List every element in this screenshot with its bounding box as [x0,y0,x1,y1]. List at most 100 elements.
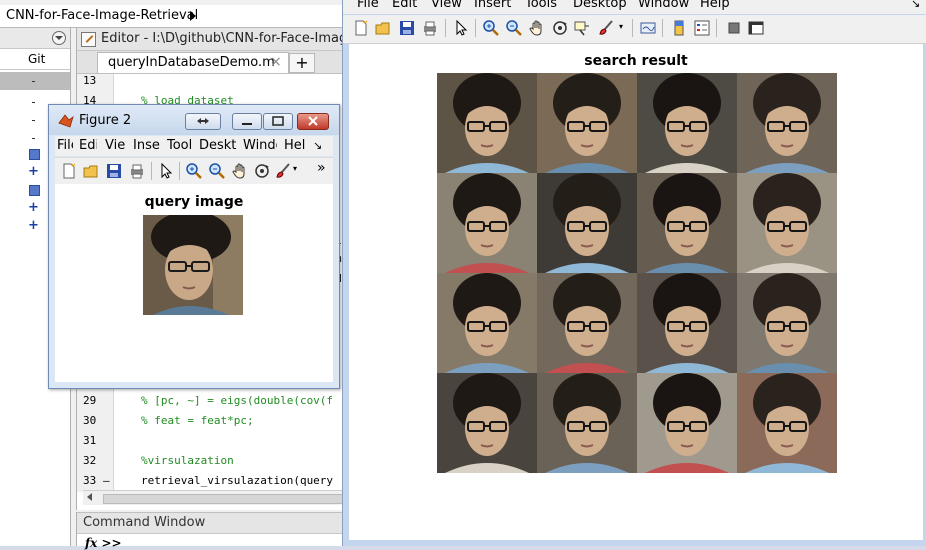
breakpoint-marker[interactable]: – [103,474,110,487]
result-face-image [737,273,837,373]
result-face-image [637,273,737,373]
menu-overflow-icon[interactable]: ↘ [313,139,322,152]
git-status-dot [32,120,35,121]
query-face-image [143,215,243,315]
scroll-left-icon[interactable] [87,493,92,501]
menu-file[interactable]: File [57,138,73,153]
breadcrumb-arrow-icon[interactable] [190,11,196,21]
git-added-icon: + [28,164,39,179]
new-figure-icon[interactable] [353,20,369,36]
dock-button[interactable] [185,113,221,130]
pan-hand-icon[interactable] [232,163,248,179]
line-number: 31 [83,434,97,447]
legend-icon[interactable] [694,20,710,36]
show-plot-tools-icon[interactable] [748,20,764,36]
hide-plot-tools-icon[interactable] [726,20,742,36]
code-line[interactable]: retrieval_virsulazation(query [141,474,333,487]
menu-edit[interactable]: Edit [79,138,97,153]
new-tab-button[interactable]: + [289,53,315,73]
editor-tabbar: queryInDatabaseDemo.m × + [77,51,343,74]
menu-window[interactable]: Window [243,138,277,153]
code-line[interactable]: %virsulazation [141,454,234,467]
git-status-dot [32,138,35,139]
save-icon[interactable] [399,20,415,36]
data-cursor-icon[interactable] [574,20,590,36]
menu-insert[interactable]: Insert [133,138,161,153]
git-status-dot [32,102,35,103]
code-line[interactable]: % feat = feat*pc; [141,414,254,427]
select-arrow-icon[interactable] [158,163,174,179]
print-icon[interactable] [422,20,438,36]
figure2-window: Figure 2 File Edit View Insert Tools Des… [48,104,340,389]
colorbar-icon[interactable] [671,20,687,36]
result-face-image [637,73,737,173]
result-face-image [737,373,837,473]
git-column-header[interactable]: Git [0,49,70,70]
zoom-out-icon[interactable] [506,20,522,36]
figure2-title: Figure 2 [79,113,132,128]
menu-file[interactable]: File [357,0,379,11]
search-result-figure-window: File Edit View Insert Tools Desktop Wind… [342,0,926,546]
save-icon[interactable] [106,163,122,179]
zoom-in-icon[interactable] [483,20,499,36]
open-file-icon[interactable] [83,163,99,179]
address-breadcrumb[interactable]: CNN-for-Face-Image-Retrieval [0,5,342,28]
toolbar-overflow-icon[interactable]: » [317,160,326,176]
zoom-in-icon[interactable] [186,163,202,179]
zoom-out-icon[interactable] [209,163,225,179]
menu-view[interactable]: View [105,138,126,153]
editor-titlebar: Editor - I:\D\github\CNN-for-Face-Image [77,28,355,51]
menu-view[interactable]: View [431,0,462,11]
selected-row[interactable] [0,72,70,90]
result-face-image [537,173,637,273]
pan-hand-icon[interactable] [529,20,545,36]
editor-tab-active[interactable]: queryInDatabaseDemo.m × [97,52,289,73]
menu-overflow-icon[interactable]: ↘ [911,0,920,10]
menu-desktop[interactable]: Desktop [573,0,627,11]
query-image-title: query image [144,194,244,210]
line-number: 33 [83,474,97,487]
breadcrumb-folder[interactable]: CNN-for-Face-Image-Retrieval [6,8,198,23]
menu-window[interactable]: Window [638,0,689,11]
figure2-toolbar: ▾ » [55,157,333,184]
close-tab-icon[interactable]: × [270,54,282,70]
minimize-button[interactable] [232,113,262,130]
scrollbar-thumb[interactable] [103,494,345,504]
rotate-3d-icon[interactable] [254,163,270,179]
open-file-icon[interactable] [375,20,391,36]
git-added-icon: + [28,200,39,215]
menu-edit[interactable]: Edit [392,0,417,11]
select-arrow-icon[interactable] [453,20,469,36]
figure2-canvas: query image [55,184,333,382]
menu-insert[interactable]: Insert [474,0,511,11]
panel-header [0,28,70,49]
editor-horizontal-scrollbar[interactable] [83,490,345,505]
rotate-3d-icon[interactable] [552,20,568,36]
panel-menu-icon[interactable] [52,31,66,45]
brush-dropdown-icon[interactable]: ▾ [619,22,623,31]
print-icon[interactable] [129,163,145,179]
link-plot-icon[interactable] [640,20,656,36]
maximize-button[interactable] [263,113,293,130]
result-face-image [737,173,837,273]
menu-help[interactable]: Help [284,138,306,153]
brush-icon[interactable] [275,163,291,179]
new-figure-icon[interactable] [61,163,77,179]
menu-tools[interactable]: Tools [167,138,192,153]
code-line[interactable]: % [pc, ~] = eigs(double(cov(f [141,394,333,407]
menu-help[interactable]: Help [700,0,730,11]
brush-icon[interactable] [598,20,614,36]
result-face-image [437,173,537,273]
git-modified-icon [29,149,40,160]
close-button[interactable] [297,113,329,130]
menu-desktop[interactable]: Desktop [199,138,237,153]
editor-tab-label: queryInDatabaseDemo.m [108,55,275,70]
menu-tools[interactable]: Tools [525,0,557,11]
line-number: 13 [83,74,97,87]
search-result-title: search result [584,53,688,69]
brush-dropdown-icon[interactable]: ▾ [293,164,297,173]
command-window: Command Window fx >> [76,512,343,550]
command-prompt[interactable]: fx >> [85,536,122,550]
figure2-titlebar[interactable]: Figure 2 [49,105,339,135]
figure1-canvas: search result [349,44,923,540]
